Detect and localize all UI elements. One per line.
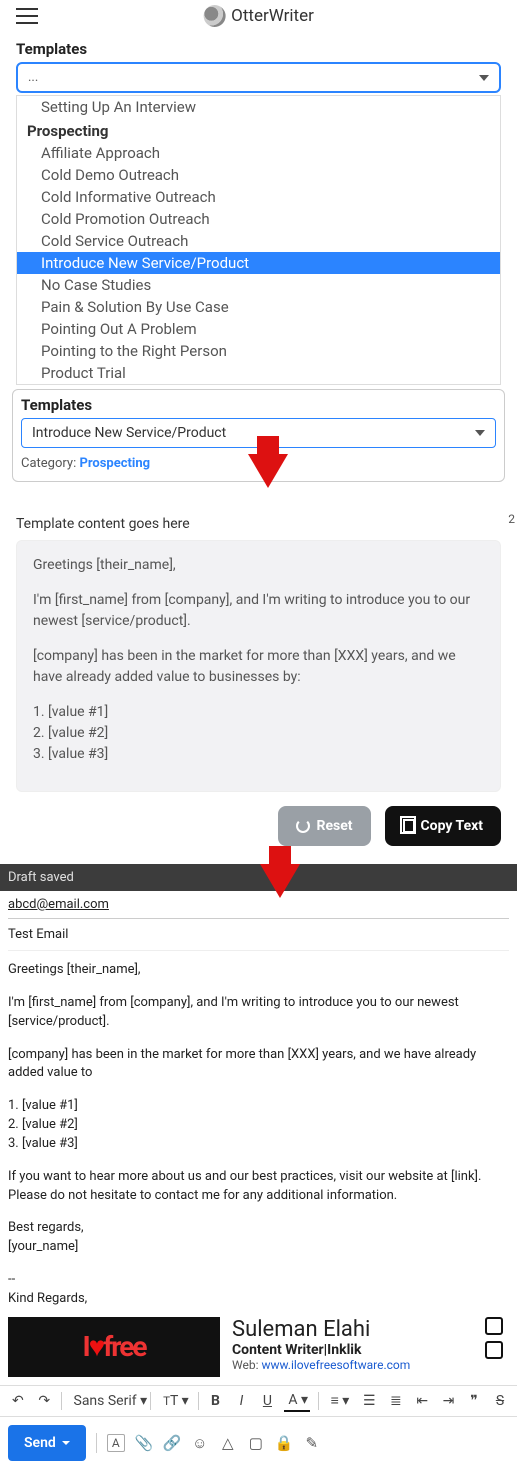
email-line: If you want to hear more about us and ou… [8,1168,509,1187]
template-line: 1. [value #1] [33,702,484,723]
signature-web-link[interactable]: www.ilovefreesoftware.com [261,1358,410,1372]
reset-icon [296,819,310,833]
email-line: 3. [value #3] [8,1135,509,1154]
draft-saved-bar: Draft saved [0,864,517,891]
dd-item[interactable]: Cold Informative Outreach [17,186,500,208]
email-line: Greetings [their_name], [8,961,509,980]
chevron-down-icon [475,430,485,436]
email-line: [company] has been in the market for mor… [8,1046,509,1084]
email-subject-field[interactable]: Test Email [8,919,509,951]
arrow-down-icon [260,864,300,898]
template-line: Greetings [their_name], [33,555,484,576]
format-toolbar: ↶ ↷ Sans Serif ▾ TT ▾ B I U A ▾ ≡ ▾ ☰ ≣ … [0,1385,517,1417]
format-toggle-button[interactable]: A [107,1434,125,1452]
dd-item[interactable]: Cold Service Outreach [17,230,500,252]
email-body-editor[interactable]: Greetings [their_name], I'm [first_name]… [8,951,509,1315]
template-content-header: Template content goes here [0,510,517,536]
align-button[interactable]: ≡ ▾ [327,1390,351,1411]
side-marker: 2 [508,512,515,526]
email-line: I'm [first_name] from [company], and I'm… [8,994,509,1032]
indent-less-button[interactable]: ⇤ [412,1391,430,1411]
brand-name: OtterWriter [231,6,314,26]
email-line: 2. [value #2] [8,1116,509,1135]
dd-item[interactable]: Affiliate Approach [17,142,500,164]
italic-button[interactable]: I [232,1391,250,1411]
copy-text-button[interactable]: Copy Text [385,806,502,846]
send-more-icon[interactable] [62,1441,70,1445]
twitter-icon[interactable] [485,1341,503,1359]
copy-icon [403,819,415,833]
template-line: [company] has been in the market for mor… [33,646,484,688]
template-select-2-value: Introduce New Service/Product [32,425,226,441]
brand: OtterWriter [203,5,314,27]
confidential-icon[interactable]: 🔒 [275,1434,293,1452]
dd-item[interactable]: Pain & Solution By Use Case [17,296,500,318]
facebook-icon[interactable] [485,1317,503,1335]
template-line: 3. [value #3] [33,744,484,765]
template-line: I'm [first_name] from [company], and I'm… [33,590,484,632]
dd-item[interactable]: Cold Demo Outreach [17,164,500,186]
ordered-list-button[interactable]: ☰ [359,1391,378,1411]
email-line: Please do not hesitate to contact me for… [8,1187,509,1206]
email-line: Best regards, [8,1219,509,1238]
signature-web-label: Web: [232,1358,261,1372]
category-value: Prospecting [79,456,150,471]
email-line: -- [8,1271,509,1290]
send-label: Send [24,1435,56,1451]
text-color-button[interactable]: A ▾ [284,1390,309,1412]
dd-item[interactable]: Product Trial [17,362,500,384]
signature-logo: I♥free [8,1317,220,1377]
quote-button[interactable]: ❞ [465,1391,483,1411]
dd-item[interactable]: Cold Promotion Outreach [17,208,500,230]
email-to-field[interactable]: abcd@email.com [8,891,509,919]
underline-button[interactable]: U [258,1391,276,1411]
arrow-down-icon [248,454,288,488]
signature-block: I♥free Suleman Elahi Content Writer|Inkl… [8,1315,509,1385]
dd-category-prospecting: Prospecting [17,118,500,142]
templates-label-2: Templates [21,396,496,414]
dd-item[interactable]: No Case Studies [17,274,500,296]
dd-item[interactable]: Introduce New Service/Product [17,252,500,274]
category-prefix: Category: [21,456,79,471]
emoji-icon[interactable]: ☺ [191,1434,209,1452]
bold-button[interactable]: B [206,1391,224,1411]
dd-item[interactable]: Pointing to the Right Person [17,340,500,362]
attach-icon[interactable]: 📎 [135,1434,153,1452]
font-family-select[interactable]: Sans Serif ▾ [70,1391,143,1411]
template-content-box[interactable]: Greetings [their_name], I'm [first_name]… [16,540,501,792]
menu-button[interactable] [16,8,38,24]
unordered-list-button[interactable]: ≣ [386,1391,404,1411]
link-icon[interactable]: 🔗 [163,1434,181,1452]
template-select-1-value: ... [28,70,38,85]
email-line: Kind Regards, [8,1290,509,1309]
templates-label-1: Templates [0,32,517,62]
dd-item[interactable]: Pointing Out A Problem [17,318,500,340]
signature-name: Suleman Elahi [232,1317,410,1342]
dd-item-interview[interactable]: Setting Up An Interview [17,96,500,118]
indent-more-button[interactable]: ⇥ [439,1391,457,1411]
reset-label: Reset [316,818,352,834]
copy-label: Copy Text [421,818,484,834]
template-line: 2. [value #2] [33,723,484,744]
template-select-1[interactable]: ... [16,62,501,93]
undo-button[interactable]: ↶ [8,1391,26,1411]
brand-logo-icon [203,5,225,27]
signature-icon[interactable]: ✎ [303,1434,321,1452]
font-size-button[interactable]: TT ▾ [159,1391,189,1411]
strike-button[interactable]: S [491,1391,509,1411]
redo-button[interactable]: ↷ [34,1391,52,1411]
chevron-down-icon [479,75,489,81]
reset-button[interactable]: Reset [278,806,370,846]
send-button[interactable]: Send [8,1425,86,1461]
signature-role: Content Writer|Inklik [232,1342,410,1358]
drive-icon[interactable]: △ [219,1434,237,1452]
template-dropdown-list[interactable]: Setting Up An Interview Prospecting Affi… [16,95,501,385]
image-icon[interactable]: ▢ [247,1434,265,1452]
email-line: 1. [value #1] [8,1097,509,1116]
email-line: [your_name] [8,1238,509,1257]
